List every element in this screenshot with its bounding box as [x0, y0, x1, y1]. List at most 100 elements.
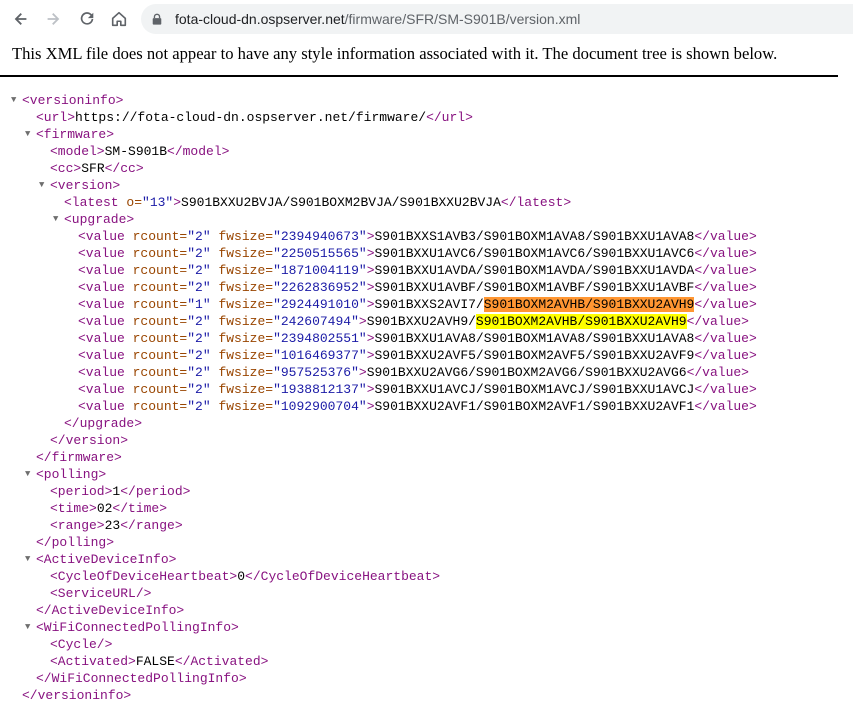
tag-open: <Activated>: [50, 654, 136, 669]
node-version-close: </version>: [0, 432, 757, 449]
node-activated: <Activated>FALSE</Activated>: [0, 653, 757, 670]
tag-open: >: [366, 331, 375, 346]
tag-close: </value>: [694, 280, 757, 295]
tag-open: <cc>: [50, 161, 82, 176]
node-polling-close: </polling>: [0, 534, 757, 551]
attr-value: "1016469377": [273, 348, 367, 363]
node-value: <value rcount="2" fwsize="957525376">S90…: [0, 364, 757, 381]
tag-close: </value>: [694, 246, 757, 261]
node-url: <url>https://fota-cloud-dn.ospserver.net…: [0, 109, 757, 126]
tag-close: </time>: [112, 501, 168, 516]
node-versioninfo: ▼ <versioninfo>: [0, 92, 757, 109]
tag-close: </CycleOfDeviceHeartbeat>: [245, 569, 441, 584]
node-heartbeat: <CycleOfDeviceHeartbeat>0</CycleOfDevice…: [0, 568, 757, 585]
node-version: ▼ <version>: [0, 177, 757, 194]
tag-open: <model>: [50, 144, 105, 159]
attr-name: fwsize=: [210, 365, 274, 380]
tag-open: <upgrade>: [64, 212, 135, 227]
node-cc: <cc>SFR</cc>: [0, 160, 757, 177]
attr-value: "957525376": [273, 365, 359, 380]
text-node: SFR: [81, 161, 105, 176]
text-node: S901BXXU1AVBF/S901BOXM1AVBF/S901BXXU1AVB…: [374, 280, 695, 295]
attr-name: rcount=: [124, 229, 188, 244]
attr-name: rcount=: [124, 314, 188, 329]
notice-divider: [0, 75, 838, 77]
tag-close: </upgrade>: [64, 416, 143, 431]
text-node: S901BXXU2BVJA/S901BOXM2BVJA/S901BXXU2BVJ…: [181, 195, 501, 210]
collapse-triangle-icon[interactable]: ▼: [39, 177, 49, 190]
tag-open: <versioninfo>: [22, 93, 124, 108]
reload-button[interactable]: [72, 4, 102, 34]
node-value: <value rcount="1" fwsize="2924491010">S9…: [0, 296, 757, 313]
text-node: S901BXXU2AVH9/: [366, 314, 476, 329]
tag-open: <polling>: [36, 467, 107, 482]
attr-value: "1871004119": [273, 263, 367, 278]
forward-button[interactable]: [38, 4, 68, 34]
attr-value: "2": [187, 365, 211, 380]
address-bar[interactable]: fota-cloud-dn.ospserver.net/firmware/SFR…: [141, 4, 853, 34]
node-versioninfo-close: </versioninfo>: [0, 687, 757, 704]
attr-value: "2": [187, 280, 211, 295]
node-firmware: ▼ <firmware>: [0, 126, 757, 143]
tag-close: </value>: [694, 263, 757, 278]
attr-name: rcount=: [124, 365, 188, 380]
attr-name: rcount=: [124, 348, 188, 363]
search-highlight: S901BOXM2AVHB/S901BXXU2AVH9: [483, 297, 695, 312]
tag-open: <url>: [36, 110, 76, 125]
node-value: <value rcount="2" fwsize="2250515565">S9…: [0, 245, 757, 262]
back-button[interactable]: [6, 4, 36, 34]
attr-value: "2": [187, 246, 211, 261]
text-node: S901BXXU1AVCJ/S901BOXM1AVCJ/S901BXXU1AVC…: [374, 382, 695, 397]
attr-value: "2924491010": [273, 297, 367, 312]
attr-name: fwsize=: [210, 280, 274, 295]
home-button[interactable]: [104, 4, 134, 34]
tag-close: </url>: [426, 110, 473, 125]
tag-open: >: [366, 399, 375, 414]
attr-name: rcount=: [124, 297, 188, 312]
tag-close: </model>: [167, 144, 230, 159]
node-range: <range>23</range>: [0, 517, 757, 534]
collapse-triangle-icon[interactable]: ▼: [11, 92, 21, 105]
tag-open: >: [366, 280, 375, 295]
text-node: SM-S901B: [104, 144, 168, 159]
tag-open: <value: [78, 297, 125, 312]
node-model: <model>SM-S901B</model>: [0, 143, 757, 160]
collapse-triangle-icon[interactable]: ▼: [25, 466, 35, 479]
attr-name: fwsize=: [210, 348, 274, 363]
text-node: S901BXXU2AVF1/S901BOXM2AVF1/S901BXXU2AVF…: [374, 399, 695, 414]
node-upgrade: ▼ <upgrade>: [0, 211, 757, 228]
node-firmware-close: </firmware>: [0, 449, 757, 466]
tag-open: >: [366, 297, 375, 312]
text-node: FALSE: [135, 654, 175, 669]
collapse-triangle-icon[interactable]: ▼: [25, 619, 35, 632]
tag-open: >: [366, 263, 375, 278]
attr-name: rcount=: [124, 246, 188, 261]
node-latest: <latest o="13">S901BXXU2BVJA/S901BOXM2BV…: [0, 194, 757, 211]
node-value: <value rcount="2" fwsize="2394940673">S9…: [0, 228, 757, 245]
node-activedeviceinfo-close: </ActiveDeviceInfo>: [0, 602, 757, 619]
attr-name: o=: [118, 195, 143, 210]
collapse-triangle-icon[interactable]: ▼: [25, 551, 35, 564]
node-upgrade-close: </upgrade>: [0, 415, 757, 432]
attr-name: rcount=: [124, 280, 188, 295]
node-period: <period>1</period>: [0, 483, 757, 500]
url-text: fota-cloud-dn.ospserver.net/firmware/SFR…: [175, 11, 580, 27]
back-arrow-icon: [14, 13, 27, 25]
node-value: <value rcount="2" fwsize="1092900704">S9…: [0, 398, 757, 415]
home-icon: [111, 11, 127, 27]
tag-open: <latest: [64, 195, 119, 210]
tag-close: </version>: [50, 433, 129, 448]
tag-open: <value: [78, 348, 125, 363]
xml-document-tree: ▼ <versioninfo> <url>https://fota-cloud-dn…: [0, 92, 757, 704]
tag-open: <value: [78, 399, 125, 414]
attr-name: fwsize=: [210, 246, 274, 261]
tag-open: >: [366, 348, 375, 363]
tag-close: </versioninfo>: [22, 688, 132, 703]
tag-open: <value: [78, 314, 125, 329]
text-node: S901BXXU1AVC6/S901BOXM1AVC6/S901BXXU1AVC…: [374, 246, 695, 261]
text-node: 02: [96, 501, 113, 516]
collapse-triangle-icon[interactable]: ▼: [25, 126, 35, 139]
xml-style-notice: This XML file does not appear to have an…: [12, 44, 778, 63]
tag-close: </value>: [694, 348, 757, 363]
collapse-triangle-icon[interactable]: ▼: [53, 211, 63, 224]
